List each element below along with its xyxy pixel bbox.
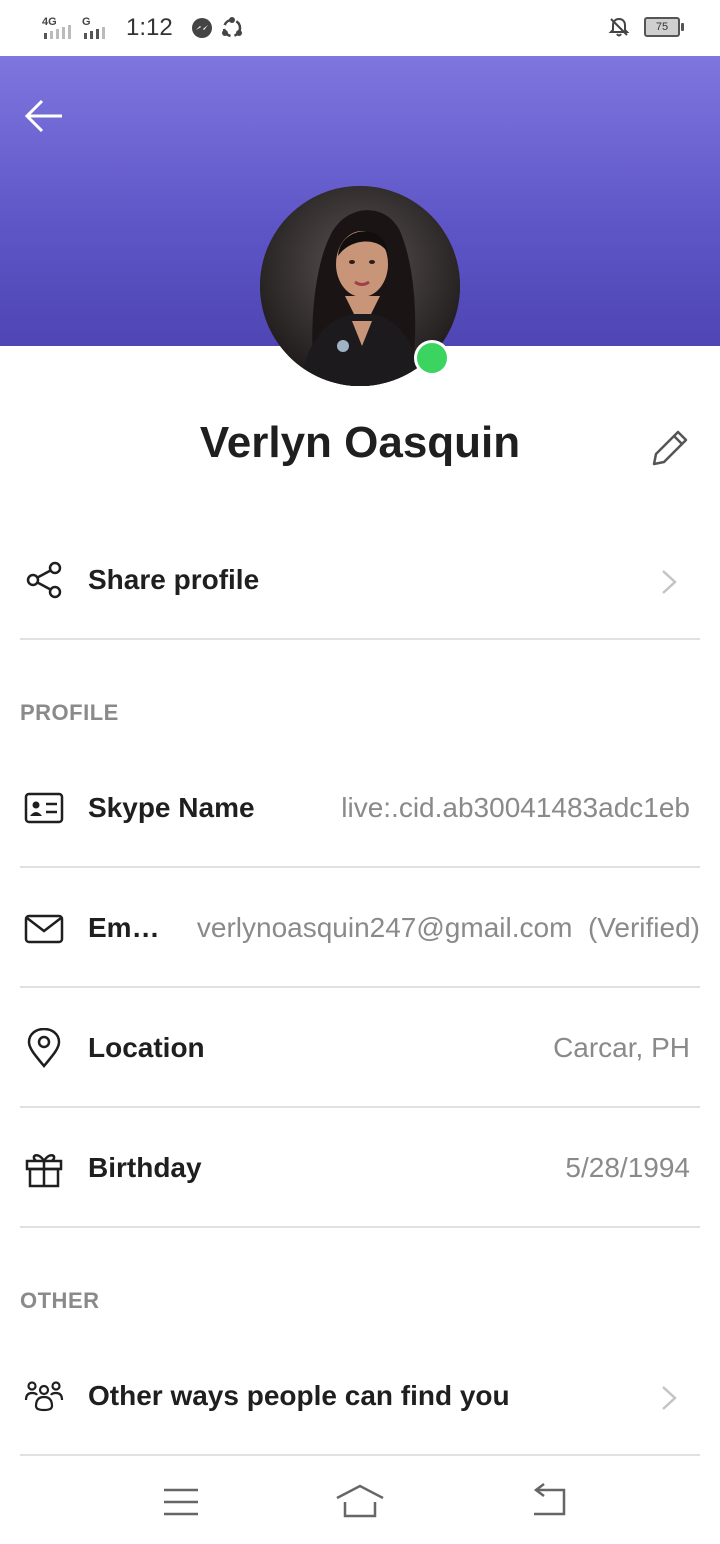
network-4g-label: 4G: [42, 16, 57, 28]
online-status-indicator: [414, 340, 450, 376]
email-row[interactable]: Em… verlynoasquin247@gmail.com (Verified…: [20, 868, 700, 988]
email-value: verlynoasquin247@gmail.com (Verified): [196, 912, 700, 943]
birthday-value: 5/28/1994: [565, 1152, 690, 1183]
chevron-right-icon: [662, 1386, 677, 1410]
pencil-icon: [652, 430, 688, 466]
skype-name-row[interactable]: Skype Name live:.cid.ab30041483adc1eb: [20, 748, 700, 868]
clock: 1:12: [126, 14, 173, 41]
back-button[interactable]: [22, 94, 66, 138]
mail-icon: [24, 914, 64, 944]
share-profile-row[interactable]: Share profile: [20, 520, 700, 640]
people-group-icon: [24, 1381, 64, 1412]
nav-menu-button[interactable]: [156, 1482, 206, 1522]
location-row[interactable]: Location Carcar, PH: [20, 988, 700, 1108]
notifications-off-icon: [608, 17, 630, 37]
nav-home-button[interactable]: [335, 1482, 385, 1522]
share-icon: [26, 561, 62, 599]
section-header-other: OTHER: [20, 1288, 100, 1313]
other-ways-row[interactable]: Other ways people can find you: [20, 1336, 700, 1456]
birthday-row[interactable]: Birthday 5/28/1994: [20, 1108, 700, 1228]
battery-icon: 75: [644, 17, 684, 37]
nav-back-button[interactable]: [526, 1482, 576, 1522]
location-value: Carcar, PH: [553, 1032, 690, 1063]
location-label: Location: [88, 1032, 205, 1063]
skype-name-label: Skype Name: [88, 792, 255, 823]
id-card-icon: [24, 792, 64, 824]
status-left: 4G G 1:12: [42, 14, 243, 42]
back-icon: [533, 1483, 566, 1516]
signal-g-icon: G: [82, 16, 105, 39]
chevron-right-icon: [662, 570, 677, 594]
home-icon: [336, 1484, 384, 1518]
skype-name-value: live:.cid.ab30041483adc1eb: [341, 792, 690, 823]
status-right: 75: [608, 16, 684, 38]
sync-icon: [221, 17, 242, 38]
edit-profile-button[interactable]: [646, 426, 692, 472]
arrow-left-icon: [24, 99, 62, 133]
section-header-profile: PROFILE: [20, 700, 119, 725]
status-bar: 4G G 1:12 75: [0, 0, 720, 56]
signal-4g-icon: 4G: [42, 16, 71, 39]
network-g-label: G: [82, 16, 91, 28]
location-pin-icon: [27, 1028, 61, 1068]
gift-icon: [25, 1154, 63, 1188]
other-ways-label: Other ways people can find you: [88, 1380, 510, 1411]
birthday-label: Birthday: [88, 1152, 202, 1183]
share-profile-label: Share profile: [88, 564, 260, 595]
profile-name: Verlyn Oasquin: [199, 418, 521, 467]
email-label: Em…: [88, 912, 160, 943]
system-nav-bar: [0, 1456, 720, 1544]
menu-icon: [164, 1488, 198, 1516]
messenger-icon: [191, 18, 212, 38]
